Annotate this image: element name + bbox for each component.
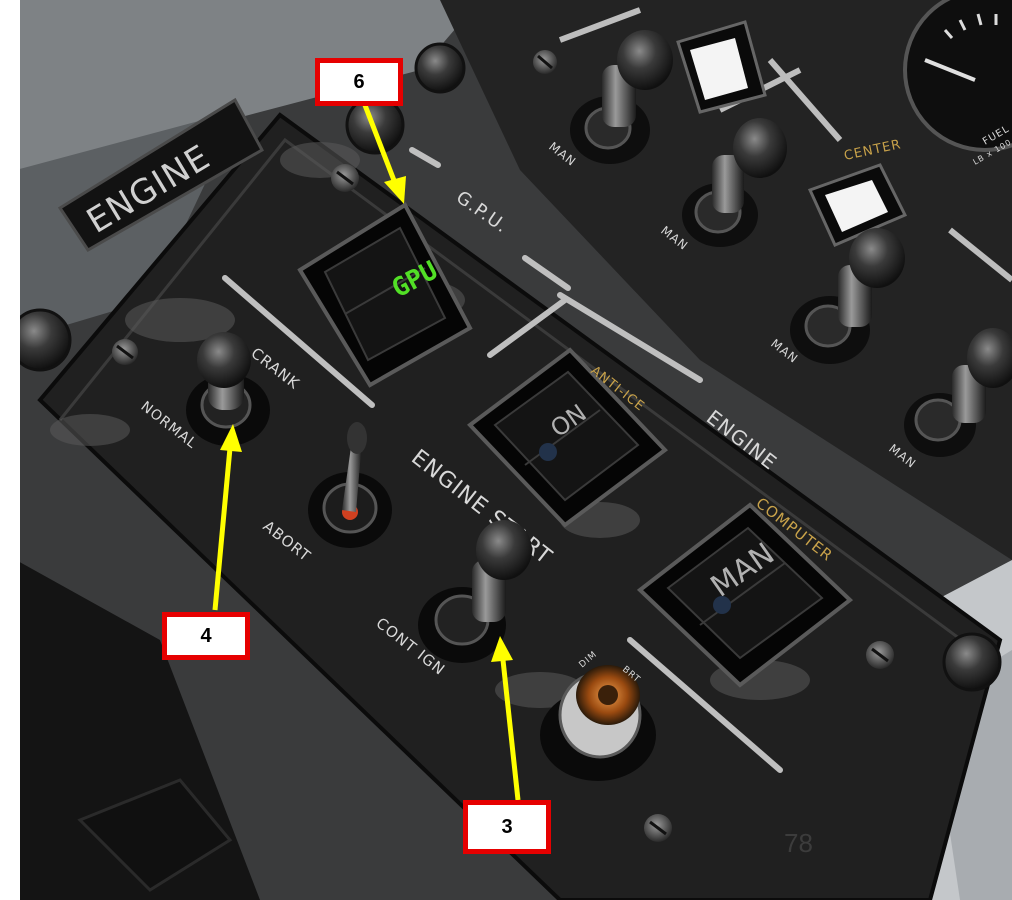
callout-4-label: 4 <box>200 624 212 647</box>
page-number: 78 <box>784 828 813 858</box>
callout-3: 3 <box>463 800 551 854</box>
screw <box>644 814 672 842</box>
callout-6-label: 6 <box>353 70 365 93</box>
rotary-knob[interactable] <box>414 42 466 94</box>
page-margin <box>0 0 20 900</box>
callout-6: 6 <box>315 58 403 106</box>
cockpit-render: FUEL LB x 100 CENTER MAN MAN MAN MAN ENG… <box>8 0 1012 900</box>
screw <box>533 50 557 74</box>
rotary-knob[interactable] <box>942 632 1002 692</box>
screw <box>331 164 359 192</box>
screw <box>112 339 138 365</box>
callout-3-label: 3 <box>501 815 513 838</box>
screw <box>866 641 894 669</box>
cockpit-engine-panel-scene: FUEL LB x 100 CENTER MAN MAN MAN MAN ENG… <box>0 0 1012 900</box>
callout-4: 4 <box>162 612 250 660</box>
